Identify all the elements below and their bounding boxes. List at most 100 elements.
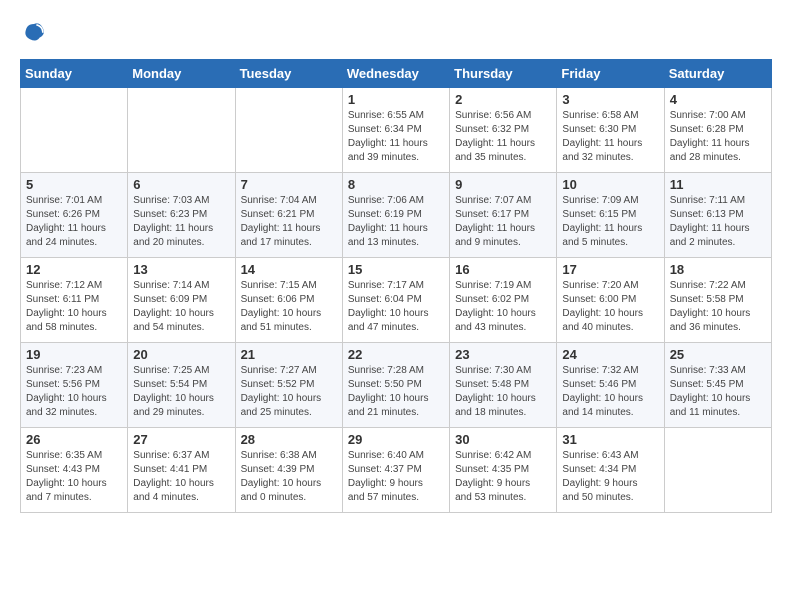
logo bbox=[20, 20, 46, 49]
day-number: 9 bbox=[455, 177, 551, 192]
day-of-week-header: Tuesday bbox=[235, 60, 342, 88]
calendar-day-cell: 8 Sunrise: 7:06 AMSunset: 6:19 PMDaylight… bbox=[342, 173, 449, 258]
day-number: 3 bbox=[562, 92, 658, 107]
calendar-week-row: 19 Sunrise: 7:23 AMSunset: 5:56 PMDayligh… bbox=[21, 343, 772, 428]
day-info: Sunrise: 6:35 AMSunset: 4:43 PMDaylight:… bbox=[26, 449, 122, 505]
calendar-day-cell: 13Sunrise: 7:14 AMSunset: 6:09 PMDayligh… bbox=[128, 258, 235, 343]
day-info: Sunrise: 7:04 AMSunset: 6:21 PMDaylight:… bbox=[241, 194, 337, 250]
day-number: 30 bbox=[455, 432, 551, 447]
calendar-week-row: 1 Sunrise: 6:55 AMSunset: 6:34 PMDaylight… bbox=[21, 88, 772, 173]
day-of-week-header: Saturday bbox=[664, 60, 771, 88]
calendar-day-cell: 22Sunrise: 7:28 AMSunset: 5:50 PMDayligh… bbox=[342, 343, 449, 428]
day-number: 18 bbox=[670, 262, 766, 277]
calendar-day-cell: 28 Sunrise: 6:38 AMSunset: 4:39 PMDayligh… bbox=[235, 428, 342, 513]
day-number: 23 bbox=[455, 347, 551, 362]
calendar-day-cell: 21 Sunrise: 7:27 AMSunset: 5:52 PMDayligh… bbox=[235, 343, 342, 428]
day-info: Sunrise: 7:25 AMSunset: 5:54 PMDaylight:… bbox=[133, 364, 229, 420]
day-info: Sunrise: 7:15 AMSunset: 6:06 PMDaylight:… bbox=[241, 279, 337, 335]
day-info: Sunrise: 7:17 AMSunset: 6:04 PMDaylight:… bbox=[348, 279, 444, 335]
day-info: Sunrise: 7:32 AMSunset: 5:46 PMDaylight:… bbox=[562, 364, 658, 420]
calendar-day-cell: 10 Sunrise: 7:09 AMSunset: 6:15 PMDayligh… bbox=[557, 173, 664, 258]
day-info: Sunrise: 6:38 AMSunset: 4:39 PMDaylight:… bbox=[241, 449, 337, 505]
day-info: Sunrise: 6:55 AMSunset: 6:34 PMDaylight:… bbox=[348, 109, 444, 165]
calendar-day-cell bbox=[128, 88, 235, 173]
calendar-day-cell: 27 Sunrise: 6:37 AMSunset: 4:41 PMDayligh… bbox=[128, 428, 235, 513]
day-number: 24 bbox=[562, 347, 658, 362]
calendar-day-cell: 26 Sunrise: 6:35 AMSunset: 4:43 PMDayligh… bbox=[21, 428, 128, 513]
day-number: 12 bbox=[26, 262, 122, 277]
day-number: 28 bbox=[241, 432, 337, 447]
day-info: Sunrise: 6:37 AMSunset: 4:41 PMDaylight:… bbox=[133, 449, 229, 505]
logo-icon bbox=[22, 20, 46, 44]
calendar-day-cell: 14Sunrise: 7:15 AMSunset: 6:06 PMDayligh… bbox=[235, 258, 342, 343]
calendar-day-cell: 11 Sunrise: 7:11 AMSunset: 6:13 PMDayligh… bbox=[664, 173, 771, 258]
calendar-day-cell: 24 Sunrise: 7:32 AMSunset: 5:46 PMDayligh… bbox=[557, 343, 664, 428]
day-number: 10 bbox=[562, 177, 658, 192]
calendar-day-cell: 30 Sunrise: 6:42 AMSunset: 4:35 PMDayligh… bbox=[450, 428, 557, 513]
day-number: 6 bbox=[133, 177, 229, 192]
calendar-day-cell: 7 Sunrise: 7:04 AMSunset: 6:21 PMDaylight… bbox=[235, 173, 342, 258]
day-number: 2 bbox=[455, 92, 551, 107]
day-info: Sunrise: 6:56 AMSunset: 6:32 PMDaylight:… bbox=[455, 109, 551, 165]
day-info: Sunrise: 6:43 AMSunset: 4:34 PMDaylight:… bbox=[562, 449, 658, 505]
day-info: Sunrise: 7:01 AMSunset: 6:26 PMDaylight:… bbox=[26, 194, 122, 250]
day-number: 29 bbox=[348, 432, 444, 447]
day-number: 4 bbox=[670, 92, 766, 107]
day-number: 17 bbox=[562, 262, 658, 277]
day-number: 7 bbox=[241, 177, 337, 192]
calendar-table: SundayMondayTuesdayWednesdayThursdayFrid… bbox=[20, 59, 772, 513]
calendar-day-cell: 15 Sunrise: 7:17 AMSunset: 6:04 PMDayligh… bbox=[342, 258, 449, 343]
day-number: 15 bbox=[348, 262, 444, 277]
day-number: 25 bbox=[670, 347, 766, 362]
calendar-day-cell: 2 Sunrise: 6:56 AMSunset: 6:32 PMDaylight… bbox=[450, 88, 557, 173]
calendar-week-row: 5 Sunrise: 7:01 AMSunset: 6:26 PMDaylight… bbox=[21, 173, 772, 258]
day-of-week-header: Friday bbox=[557, 60, 664, 88]
day-info: Sunrise: 7:30 AMSunset: 5:48 PMDaylight:… bbox=[455, 364, 551, 420]
day-info: Sunrise: 6:42 AMSunset: 4:35 PMDaylight:… bbox=[455, 449, 551, 505]
day-info: Sunrise: 6:40 AMSunset: 4:37 PMDaylight:… bbox=[348, 449, 444, 505]
calendar-day-cell: 3 Sunrise: 6:58 AMSunset: 6:30 PMDaylight… bbox=[557, 88, 664, 173]
day-info: Sunrise: 6:58 AMSunset: 6:30 PMDaylight:… bbox=[562, 109, 658, 165]
calendar-day-cell: 17 Sunrise: 7:20 AMSunset: 6:00 PMDayligh… bbox=[557, 258, 664, 343]
day-info: Sunrise: 7:20 AMSunset: 6:00 PMDaylight:… bbox=[562, 279, 658, 335]
day-info: Sunrise: 7:07 AMSunset: 6:17 PMDaylight:… bbox=[455, 194, 551, 250]
calendar-day-cell: 23 Sunrise: 7:30 AMSunset: 5:48 PMDayligh… bbox=[450, 343, 557, 428]
calendar-day-cell: 31 Sunrise: 6:43 AMSunset: 4:34 PMDayligh… bbox=[557, 428, 664, 513]
day-info: Sunrise: 7:09 AMSunset: 6:15 PMDaylight:… bbox=[562, 194, 658, 250]
page-header bbox=[20, 20, 772, 49]
calendar-day-cell bbox=[235, 88, 342, 173]
calendar-day-cell: 12Sunrise: 7:12 AMSunset: 6:11 PMDayligh… bbox=[21, 258, 128, 343]
day-number: 11 bbox=[670, 177, 766, 192]
calendar-day-cell: 4 Sunrise: 7:00 AMSunset: 6:28 PMDaylight… bbox=[664, 88, 771, 173]
day-number: 31 bbox=[562, 432, 658, 447]
calendar-day-cell: 25 Sunrise: 7:33 AMSunset: 5:45 PMDayligh… bbox=[664, 343, 771, 428]
calendar-week-row: 12Sunrise: 7:12 AMSunset: 6:11 PMDayligh… bbox=[21, 258, 772, 343]
day-number: 26 bbox=[26, 432, 122, 447]
day-info: Sunrise: 7:28 AMSunset: 5:50 PMDaylight:… bbox=[348, 364, 444, 420]
calendar-day-cell: 6 Sunrise: 7:03 AMSunset: 6:23 PMDaylight… bbox=[128, 173, 235, 258]
day-info: Sunrise: 7:23 AMSunset: 5:56 PMDaylight:… bbox=[26, 364, 122, 420]
day-info: Sunrise: 7:33 AMSunset: 5:45 PMDaylight:… bbox=[670, 364, 766, 420]
calendar-day-cell: 29 Sunrise: 6:40 AMSunset: 4:37 PMDayligh… bbox=[342, 428, 449, 513]
day-info: Sunrise: 7:27 AMSunset: 5:52 PMDaylight:… bbox=[241, 364, 337, 420]
calendar-day-cell bbox=[21, 88, 128, 173]
day-of-week-header: Sunday bbox=[21, 60, 128, 88]
day-info: Sunrise: 7:11 AMSunset: 6:13 PMDaylight:… bbox=[670, 194, 766, 250]
day-number: 19 bbox=[26, 347, 122, 362]
day-info: Sunrise: 7:03 AMSunset: 6:23 PMDaylight:… bbox=[133, 194, 229, 250]
day-info: Sunrise: 7:06 AMSunset: 6:19 PMDaylight:… bbox=[348, 194, 444, 250]
calendar-day-cell: 16Sunrise: 7:19 AMSunset: 6:02 PMDayligh… bbox=[450, 258, 557, 343]
day-info: Sunrise: 7:00 AMSunset: 6:28 PMDaylight:… bbox=[670, 109, 766, 165]
day-number: 27 bbox=[133, 432, 229, 447]
calendar-day-cell: 19 Sunrise: 7:23 AMSunset: 5:56 PMDayligh… bbox=[21, 343, 128, 428]
calendar-day-cell: 20Sunrise: 7:25 AMSunset: 5:54 PMDayligh… bbox=[128, 343, 235, 428]
day-of-week-header: Monday bbox=[128, 60, 235, 88]
day-number: 21 bbox=[241, 347, 337, 362]
day-number: 1 bbox=[348, 92, 444, 107]
day-number: 8 bbox=[348, 177, 444, 192]
day-number: 16 bbox=[455, 262, 551, 277]
calendar-header-row: SundayMondayTuesdayWednesdayThursdayFrid… bbox=[21, 60, 772, 88]
day-info: Sunrise: 7:14 AMSunset: 6:09 PMDaylight:… bbox=[133, 279, 229, 335]
day-number: 5 bbox=[26, 177, 122, 192]
day-of-week-header: Thursday bbox=[450, 60, 557, 88]
